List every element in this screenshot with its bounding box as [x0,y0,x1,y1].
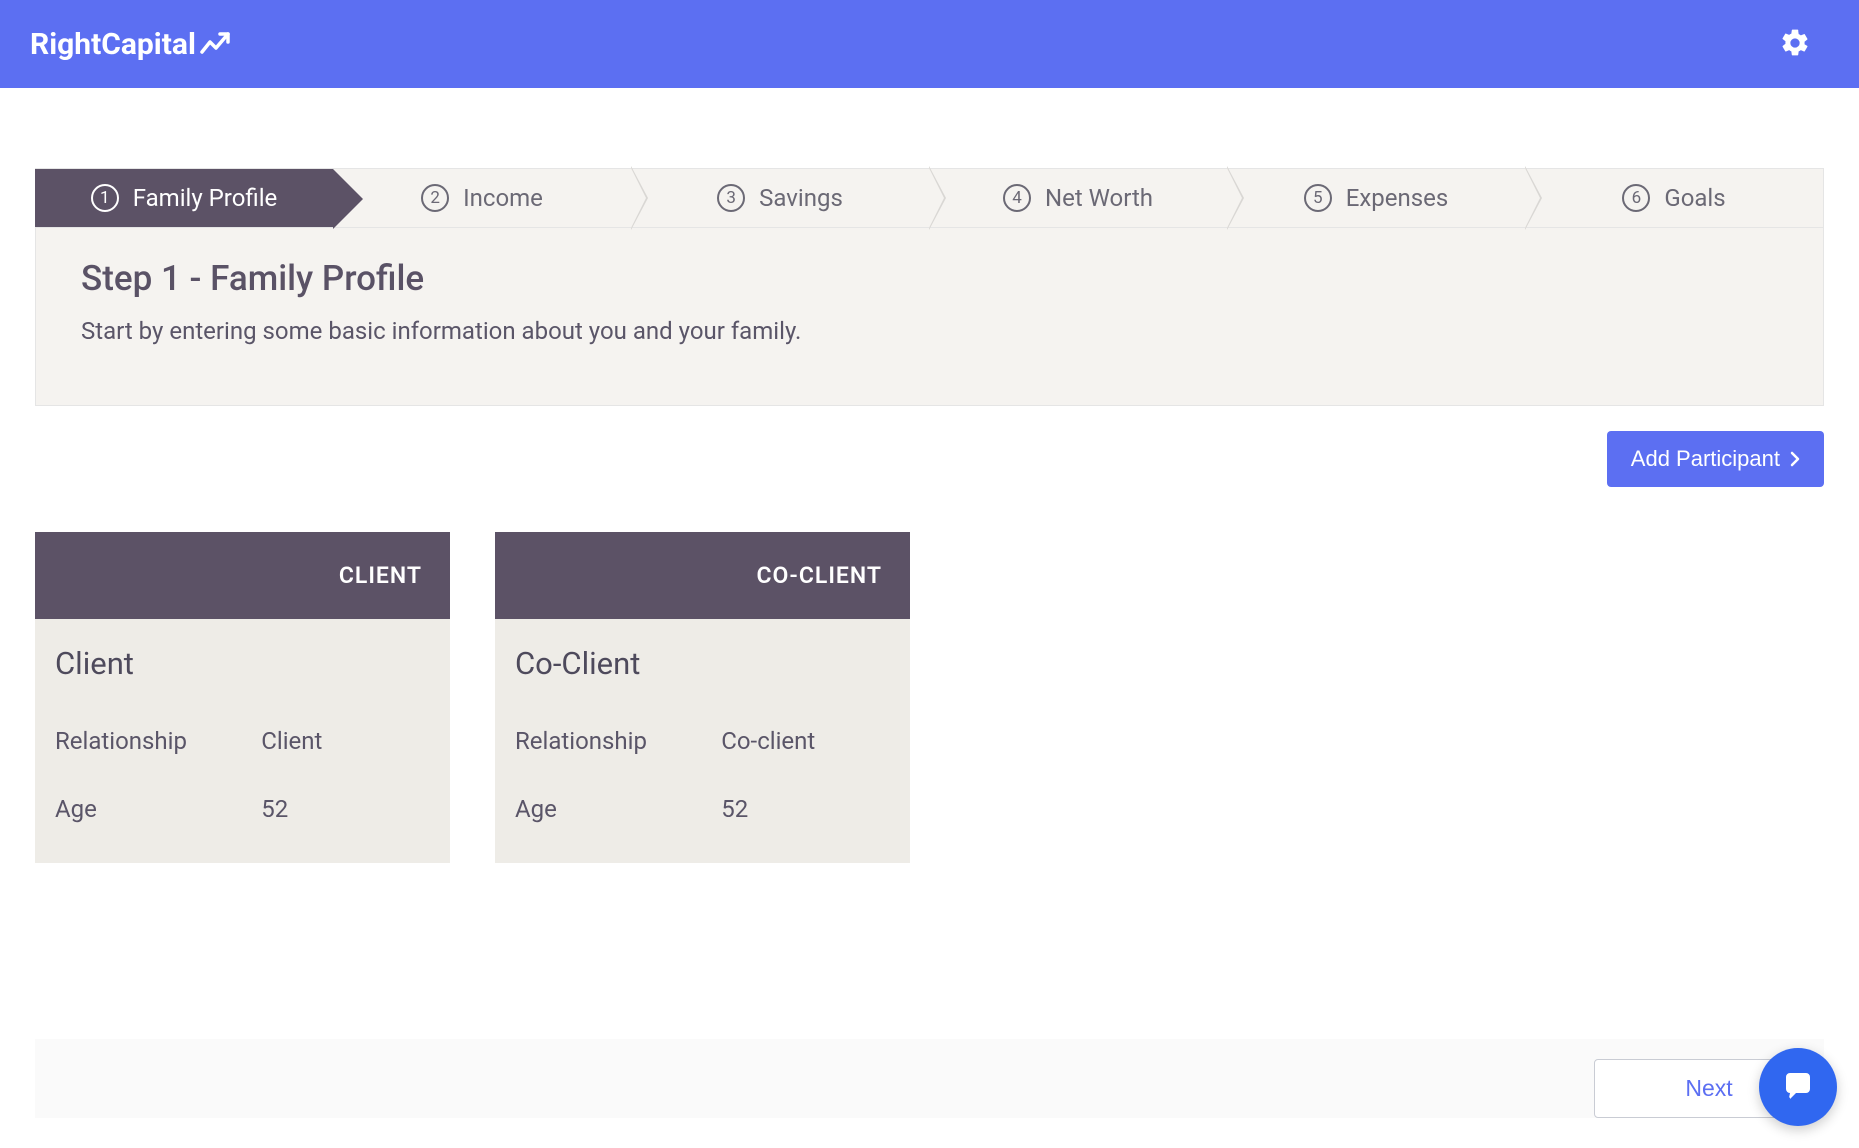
step-net-worth[interactable]: 4 Net Worth [929,169,1227,227]
main-content: 1 Family Profile 2 Income 3 Savings 4 Ne… [0,168,1859,863]
card-row-age: Age 52 [515,795,890,823]
app-header: RightCapital [0,0,1859,88]
step-number: 4 [1003,184,1031,212]
relationship-value: Client [261,727,322,755]
card-row-relationship: Relationship Client [55,727,430,755]
card-row-relationship: Relationship Co-client [515,727,890,755]
step-label: Net Worth [1045,184,1153,212]
next-label: Next [1685,1075,1732,1101]
step-expenses[interactable]: 5 Expenses [1227,169,1525,227]
age-label: Age [515,795,721,823]
step-number: 2 [421,184,449,212]
step-income[interactable]: 2 Income [333,169,631,227]
age-value: 52 [721,795,748,823]
step-label: Savings [759,184,843,212]
intro-panel: Step 1 - Family Profile Start by enterin… [35,228,1824,406]
add-participant-label: Add Participant [1631,446,1780,472]
step-number: 6 [1622,184,1650,212]
step-label: Income [463,184,543,212]
chat-icon [1780,1069,1816,1105]
logo-text: RightCapital [30,27,196,62]
settings-button[interactable] [1771,19,1819,70]
card-header: CLIENT [35,532,450,619]
step-goals[interactable]: 6 Goals [1525,169,1823,227]
card-header: CO-CLIENT [495,532,910,619]
card-body: Co-Client Relationship Co-client Age 52 [495,619,910,863]
relationship-value: Co-client [721,727,815,755]
step-label: Goals [1664,184,1725,212]
card-row-age: Age 52 [55,795,430,823]
card-body: Client Relationship Client Age 52 [35,619,450,863]
relationship-label: Relationship [515,727,721,755]
page-title: Step 1 - Family Profile [81,258,1778,299]
card-title: Co-Client [515,645,890,682]
wizard-stepper: 1 Family Profile 2 Income 3 Savings 4 Ne… [35,168,1824,228]
step-number: 5 [1304,184,1332,212]
add-participant-button[interactable]: Add Participant [1607,431,1824,487]
age-value: 52 [261,795,288,823]
step-label: Expenses [1346,184,1449,212]
participant-card-co-client[interactable]: CO-CLIENT Co-Client Relationship Co-clie… [495,532,910,863]
age-label: Age [55,795,261,823]
step-family-profile[interactable]: 1 Family Profile [35,169,333,227]
add-participant-row: Add Participant [35,431,1824,487]
step-savings[interactable]: 3 Savings [631,169,929,227]
card-title: Client [55,645,430,682]
wizard-footer: Next [35,1039,1824,1118]
relationship-label: Relationship [55,727,261,755]
participant-card-client[interactable]: CLIENT Client Relationship Client Age 52 [35,532,450,863]
gear-icon [1779,27,1811,59]
chat-launcher[interactable] [1759,1048,1837,1126]
participant-cards: CLIENT Client Relationship Client Age 52… [35,532,1824,863]
step-number: 1 [91,184,119,212]
chevron-right-icon [1790,451,1800,467]
app-logo: RightCapital [30,27,232,62]
step-label: Family Profile [133,184,278,212]
step-number: 3 [717,184,745,212]
logo-arrow-icon [200,30,232,58]
page-subtitle: Start by entering some basic information… [81,317,1778,345]
